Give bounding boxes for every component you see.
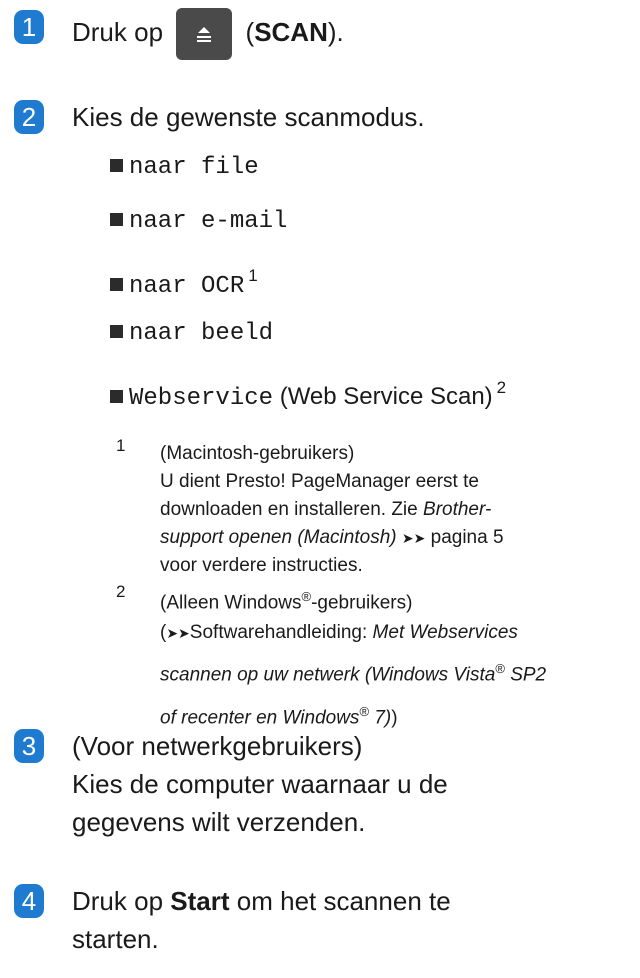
step-2-text: Kies de gewenste scanmodus. [72,102,425,132]
mode-item: naar beeld [110,312,273,352]
step-3-badge: 3 [14,729,44,763]
footnote-ref: 1 [248,266,258,285]
link-webservices[interactable]: Met Webservices [373,622,518,643]
footnote-2-number: 2 [116,582,126,601]
mode-item: naar OCR 1 [110,256,258,300]
link-brother-support[interactable]: Brother- [423,499,491,520]
footnote-2-line: (Alleen Windows®-gebruikers) [160,589,413,614]
step-1-paren-open: ( [245,17,255,47]
footnote-1-line: support openen (Macintosh) ➤➤ pagina 5 [160,524,630,552]
footnote-1-line: (Macintosh-gebruikers) [160,443,355,464]
step-3-line: (Voor netwerkgebruikers) [72,731,363,761]
footnote-2-line: scannen op uw netwerk (Windows Vista® SP… [160,661,547,686]
step-4-line: Druk op Start om het scannen te [72,886,451,916]
step-3-text: (Voor netwerkgebruikers) Kies de compute… [72,727,448,841]
step-4-text: Druk op Start om het scannen te starten. [72,882,451,958]
footnote-2-line: (➤➤Softwarehandleiding: Met Webservices [160,622,518,644]
footnote-1-line: downloaden en installeren. Zie Brother- [160,499,492,520]
footnote-ref: 2 [496,378,507,397]
mode-label: naar beeld [129,320,274,347]
footnote-1-line: U dient Presto! PageManager eerst te [160,471,479,492]
scan-icon [197,27,212,43]
footnote-1-line: voor verdere instructies. [160,555,363,576]
double-arrow-icon: ➤➤ [166,625,190,642]
mode-label: naar file [129,154,259,181]
bullet-square-icon [110,159,123,172]
page-reference: pagina 5 [430,527,504,548]
step-1-paren-close: ). [327,17,344,47]
link-brother-support-cont[interactable]: support openen (Macintosh) [160,527,397,548]
bullet-square-icon [110,278,123,291]
step-1-bold: SCAN [254,17,328,47]
step-1-prefix: Druk op [72,17,164,47]
step-1-badge: 1 [14,10,44,44]
mode-item: naar file [110,146,259,186]
step-4-badge: 4 [14,884,44,918]
step-4-line: starten. [72,924,159,954]
footnote-2: (Alleen Windows®-gebruikers) (➤➤Software… [160,582,630,733]
mode-label: naar e-mail [129,208,288,235]
mode-item: naar e-mail [110,200,287,240]
scan-button[interactable] [176,8,233,61]
mode-item: Webservice (Web Service Scan) 2 [110,368,507,412]
step-2-badge: 2 [14,100,44,134]
step-3-line: Kies de computer waarnaar u de [72,769,448,799]
footnote-1: (Macintosh-gebruikers) U dient Presto! P… [160,440,630,580]
bullet-square-icon [110,390,123,403]
mode-suffix: (Web Service Scan) [279,383,493,410]
step-3-line: gegevens wilt verzenden. [72,807,366,837]
bullet-square-icon [110,213,123,226]
mode-label: naar OCR [129,273,245,300]
step-1-text: Druk op (SCAN). [72,7,344,67]
start-key-label: Start [170,886,230,916]
bullet-square-icon [110,325,123,338]
double-arrow-icon: ➤➤ [401,530,426,546]
mode-label: Webservice [129,385,274,412]
footnote-1-number: 1 [116,436,126,455]
